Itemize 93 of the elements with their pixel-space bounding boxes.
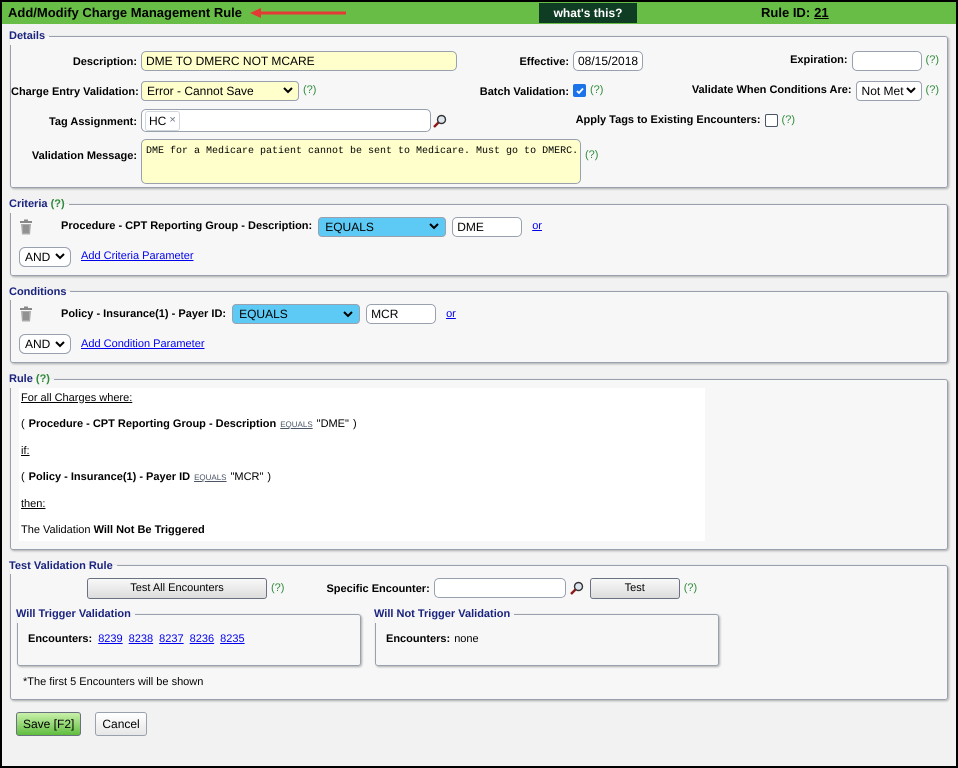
section-title: Conditions [9,286,66,298]
rule-id-link[interactable]: 21 [814,3,829,23]
or-link[interactable]: or [446,306,456,322]
section-title: Will Not Trigger Validation [374,608,510,620]
help-link[interactable]: (?) [36,373,50,385]
validation-message-textarea[interactable]: DME for a Medicare patient cannot be sent to Medicare. Must go to DMERC. [141,138,581,184]
remove-tag-button[interactable]: × [169,112,176,129]
encounter-link[interactable]: 8237 [159,630,184,647]
help-link[interactable]: (?) [271,580,284,596]
value-input[interactable]: DME [452,216,522,236]
checkbox[interactable] [573,84,586,97]
rule-paren: ) [267,470,272,485]
or-link[interactable]: or [532,218,542,235]
rule-paren: ) [352,417,357,432]
section-title: Rule [9,373,33,385]
chevron-down-icon [906,87,916,94]
rule-heading: For all Charges where: [21,390,132,406]
rule-field: Policy - Insurance(1) - Payer ID [28,469,190,486]
dropdown[interactable]: AND [19,334,71,354]
field-label: Effective: [519,56,569,68]
test-button[interactable]: Test [590,578,680,598]
expiration-date-input[interactable] [852,50,922,70]
rule-result: The Validation Will Not Be Triggered [21,523,205,538]
field-label: Specific Encounter: [326,583,430,595]
rule-value: "DME" [316,417,349,432]
help-link[interactable]: (?) [585,148,598,160]
encounters-label: Encounters: [386,632,450,646]
field-label: Batch Validation: [480,86,569,98]
encounters-note: *The first 5 Encounters will be shown [23,675,204,690]
section-title: Test Validation Rule [9,560,113,572]
field-label: Apply Tags to Existing Encounters: [576,113,761,128]
chevron-down-icon [55,253,65,260]
chevron-down-icon [55,340,65,348]
help-link[interactable]: (?) [590,82,604,99]
checkbox[interactable] [764,114,778,127]
whats-this-button[interactable]: what's this? [539,3,638,23]
help-link[interactable]: (?) [926,52,939,69]
tag-label: HC [149,112,166,130]
help-link[interactable]: (?) [303,82,316,99]
add-parameter-link[interactable]: Add Condition Parameter [81,336,205,352]
section-title: Criteria [9,198,48,210]
tag-input[interactable]: HC × [141,109,431,132]
dropdown[interactable]: Not Met [856,80,922,100]
encounter-link[interactable]: 8236 [190,630,214,647]
rule-operator: EQUALS [280,419,313,431]
description-input[interactable]: DME TO DMERC NOT MCARE [141,50,457,70]
encounter-input[interactable] [434,578,566,598]
operator-dropdown[interactable]: EQUALS [318,216,446,236]
test-all-button[interactable]: Test All Encounters [87,578,267,598]
save-button[interactable]: Save [F2] [16,712,82,736]
encounters-label: Encounters: [28,632,92,646]
cancel-button[interactable]: Cancel [95,712,147,736]
encounter-link[interactable]: 8238 [128,630,154,647]
operator-dropdown[interactable]: EQUALS [232,304,360,324]
field-label: Validate When Conditions Are: [692,83,852,98]
effective-date-input[interactable]: 08/15/2018 [573,50,643,70]
help-link[interactable]: (?) [684,580,698,596]
add-parameter-link[interactable]: Add Criteria Parameter [81,248,194,265]
encounter-link[interactable]: 8235 [220,630,245,647]
chevron-down-icon [429,223,440,230]
rule-paren: ( [21,470,25,485]
field-label: Validation Message: [32,150,137,162]
rule-heading: if: [21,444,30,458]
dropdown[interactable]: Error - Cannot Save [141,80,299,100]
value-input[interactable]: MCR [366,304,436,324]
parameter-label: Policy - Insurance(1) - Payer ID: [61,306,226,322]
field-label: Description: [72,56,137,68]
chevron-down-icon [283,87,293,94]
search-icon[interactable] [570,581,584,595]
rule-field: Procedure - CPT Reporting Group - Description [28,416,276,432]
trash-icon[interactable] [19,218,33,234]
page-title: Add/Modify Charge Management Rule [8,4,242,22]
chevron-down-icon [343,310,354,318]
rule-paren: ( [21,417,25,432]
rule-operator: EQUALS [194,472,227,484]
field-label: Tag Assignment: [48,116,137,128]
field-label: Expiration: [790,53,848,68]
trash-icon[interactable] [19,306,33,322]
help-link[interactable]: (?) [782,112,795,129]
help-link[interactable]: (?) [926,82,939,99]
parameter-label: Procedure - CPT Reporting Group - Description: [61,219,312,234]
encounters-value: none [454,632,479,646]
rule-value: "MCR" [230,470,264,485]
section-title: Will Trigger Validation [16,608,131,620]
section-title: Details [9,30,46,42]
encounter-link[interactable]: 8239 [98,630,123,647]
arrow-annotation-icon [250,8,346,18]
help-link[interactable]: (?) [50,198,65,210]
rule-id-label: Rule ID: [761,4,810,22]
field-label: Charge Entry Validation: [11,86,139,98]
dropdown[interactable]: AND [19,246,71,266]
search-icon[interactable] [433,114,447,128]
rule-heading: then: [21,496,46,512]
